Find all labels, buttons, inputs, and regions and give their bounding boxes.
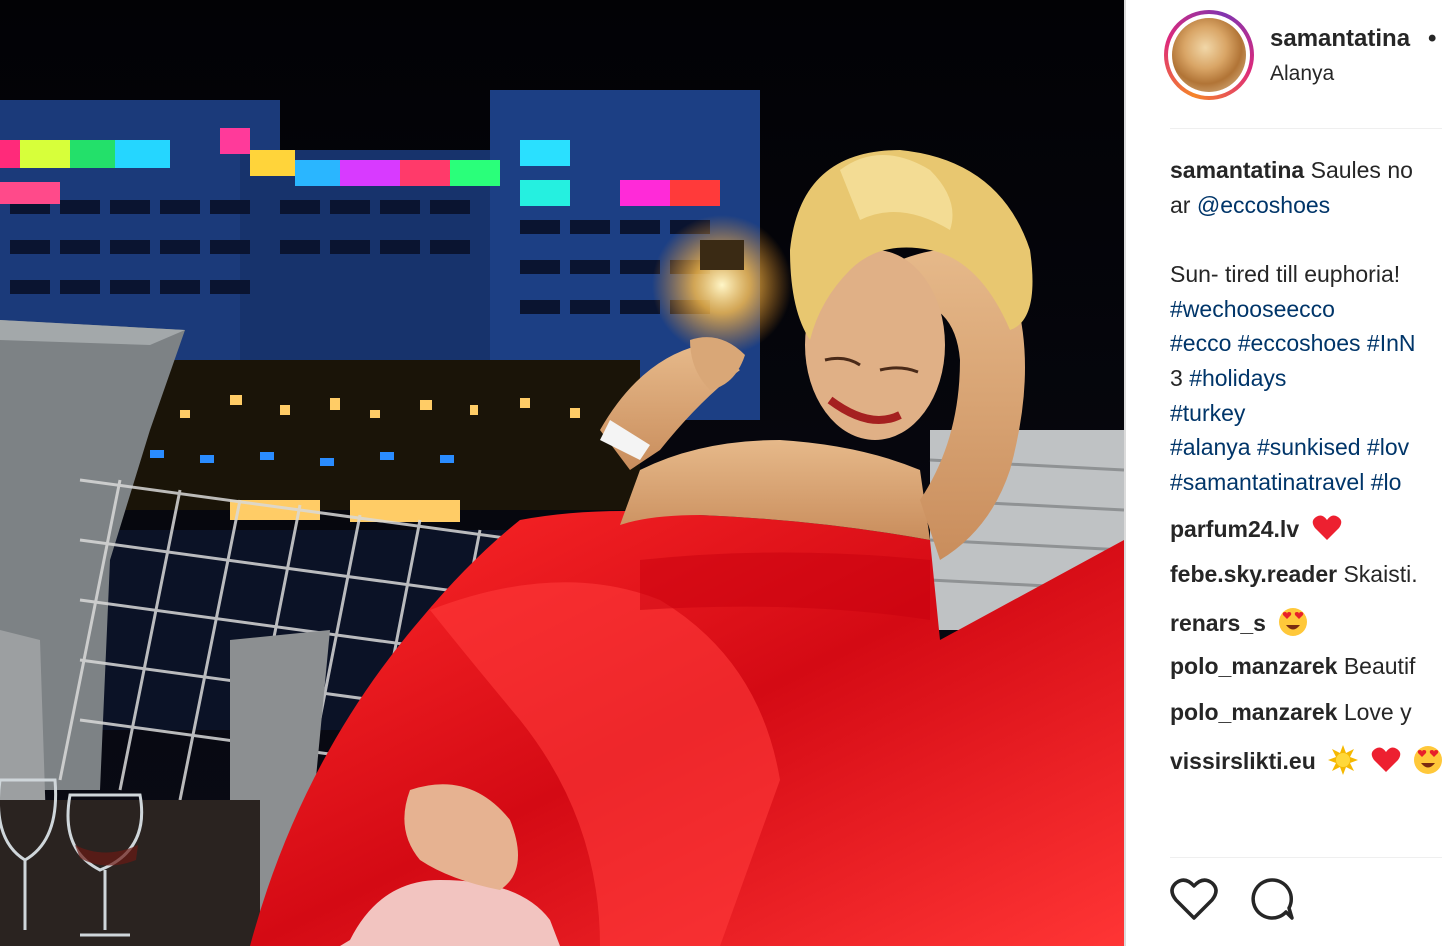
caption-line-1: samantatina Saules no	[1170, 157, 1413, 184]
post-username[interactable]: samantatina	[1270, 25, 1410, 53]
comment-text: Love y	[1343, 699, 1412, 725]
comment-row: parfum24.lv	[1170, 514, 1342, 548]
speech-bubble-icon[interactable]	[1248, 876, 1296, 927]
mention-link[interactable]: @eccoshoes	[1197, 192, 1330, 218]
actions-divider	[1170, 857, 1442, 858]
comment-row: febe.sky.reader Skaisti.	[1170, 561, 1418, 588]
comment-username[interactable]: polo_manzarek	[1170, 699, 1337, 725]
hashtag-link[interactable]: #turkey	[1170, 400, 1245, 427]
post-location[interactable]: Alanya	[1270, 62, 1334, 86]
comment-row: polo_manzarek Beautif	[1170, 653, 1415, 680]
caption-text: 3	[1170, 365, 1190, 391]
comment-username[interactable]: renars_s	[1170, 610, 1266, 636]
sun-emoji-icon	[1328, 745, 1359, 781]
comment-username[interactable]: parfum24.lv	[1170, 516, 1299, 542]
post-sidebar: samantatina • Alanya samantatina Saules …	[1126, 0, 1442, 946]
follow-separator: •	[1428, 25, 1437, 52]
comment-username[interactable]: polo_manzarek	[1170, 653, 1337, 679]
caption-line-3: Sun- tired till euphoria!	[1170, 261, 1401, 287]
heart-emoji-icon	[1312, 514, 1342, 548]
night-hotel-photo	[0, 0, 1124, 946]
comment-text: Skaisti.	[1343, 561, 1418, 587]
heart-eyes-emoji-icon	[1413, 745, 1442, 781]
heart-outline-icon[interactable]	[1170, 876, 1218, 927]
avatar[interactable]	[1164, 10, 1254, 100]
caption-line-2: ar @eccoshoes	[1170, 192, 1330, 219]
header-divider	[1170, 128, 1442, 129]
comment-row: polo_manzarek Love y	[1170, 699, 1412, 726]
comment-username[interactable]: febe.sky.reader	[1170, 561, 1337, 587]
caption-line-6: 3 #holidays	[1170, 365, 1286, 392]
comment-username[interactable]: vissirslikti.eu	[1170, 748, 1316, 774]
comment-text: Beautif	[1343, 653, 1416, 679]
post-header: samantatina • Alanya	[1126, 0, 1442, 128]
hashtag-link[interactable]: #holidays	[1189, 365, 1286, 391]
hashtag-link[interactable]: #ecco #eccoshoes #InN	[1170, 330, 1416, 357]
caption-author[interactable]: samantatina	[1170, 157, 1304, 183]
hashtag-link[interactable]: #alanya #sunkised #lov	[1170, 434, 1409, 461]
post-photo[interactable]	[0, 0, 1124, 946]
comment-row: vissirslikti.eu	[1170, 745, 1442, 781]
hashtag-link[interactable]: #samantatinatravel #lo	[1170, 469, 1401, 496]
caption-text: ar	[1170, 192, 1197, 218]
heart-emoji-icon	[1371, 746, 1401, 780]
hashtag-link[interactable]: #wechooseecco	[1170, 296, 1335, 323]
heart-eyes-emoji-icon	[1278, 607, 1308, 643]
caption-text: Saules no	[1310, 157, 1413, 183]
comment-row: renars_s	[1170, 607, 1308, 643]
